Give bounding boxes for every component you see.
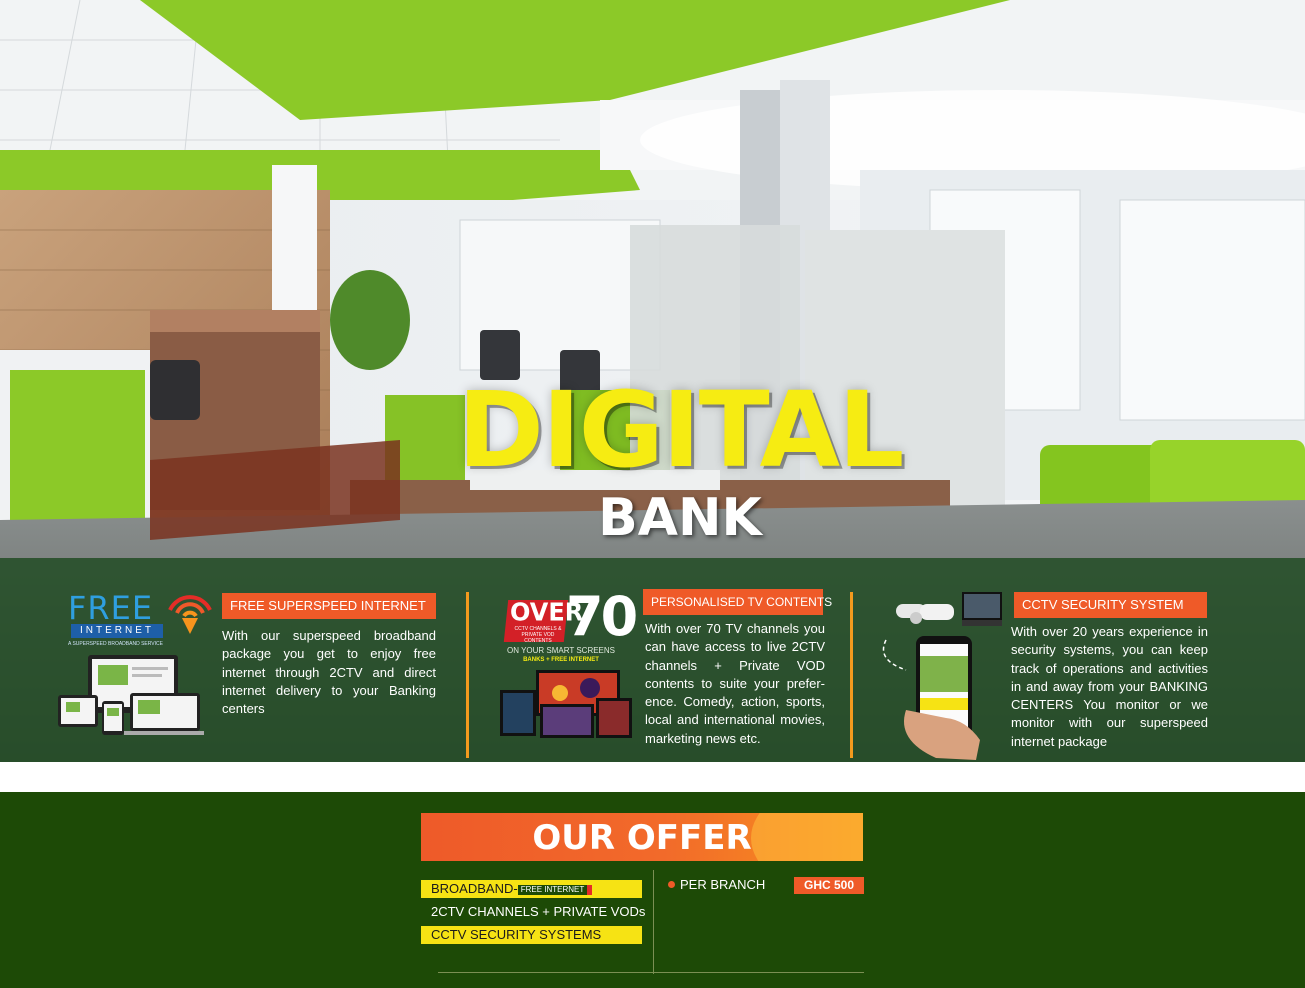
feature-description-internet: With our superspeed broadband package yo… [222, 628, 436, 717]
offer-banner: OUR OFFER [421, 813, 863, 861]
feature-description-tv: With over 70 TV channels you can have ac… [645, 621, 825, 746]
offer-divider-vertical [653, 870, 654, 974]
section-gap [0, 762, 1305, 792]
devices-icon [58, 655, 204, 735]
bullet-icon [668, 881, 675, 888]
feature-divider [466, 592, 469, 758]
offer-item-broadband-label: BROADBAND- [431, 881, 518, 896]
over-70-badge-number: 70 [566, 585, 638, 648]
offer-title: OUR OFFER [532, 818, 752, 858]
hero-title: DIGITAL [457, 369, 905, 491]
smart-screens-subline: BANKS + FREE INTERNET [523, 657, 599, 663]
free-internet-logo-secondary: INTERNET [71, 624, 163, 638]
free-internet-chip: FREE INTERNET [517, 884, 593, 895]
feature-divider [850, 592, 853, 758]
price-badge: GHC 500 [794, 877, 864, 894]
offer-item-cctv: CCTV SECURITY SYSTEMS [421, 926, 642, 944]
offer-item-tv: 2CTV CHANNELS + PRIVATE VODs [431, 904, 646, 919]
feature-tag-internet: FREE SUPERSPEED INTERNET [222, 593, 436, 619]
free-internet-logo-primary: FREE [68, 589, 154, 627]
smart-screens-line: ON YOUR SMART SCREENS [506, 646, 616, 655]
feature-tag-tv: PERSONALISED TV CONTENTS [643, 589, 832, 615]
hero-subtitle: BANK [598, 488, 762, 548]
cctv-phone-icon [882, 592, 1002, 760]
tv-screens-icon [500, 670, 632, 738]
wifi-signal-icon [168, 595, 212, 634]
feature-description-cctv: With over 20 years experience in securit… [1011, 624, 1208, 749]
offer-item-broadband: BROADBAND- FREE INTERNET [421, 880, 642, 898]
feature-tag-cctv: CCTV SECURITY SYSTEM [1014, 592, 1207, 618]
offer-divider-horizontal [438, 972, 864, 973]
free-internet-logo-caption: A SUPERSPEED BROADBAND SERVICE [68, 641, 163, 647]
per-branch-label: PER BRANCH [680, 877, 766, 892]
free-internet-logo: FREE INTERNET A SUPERSPEED BROADBAND SER… [68, 592, 218, 652]
over-70-badge-small: CCTV CHANNELS & PRIVATE VOD CONTENTS [514, 626, 562, 644]
